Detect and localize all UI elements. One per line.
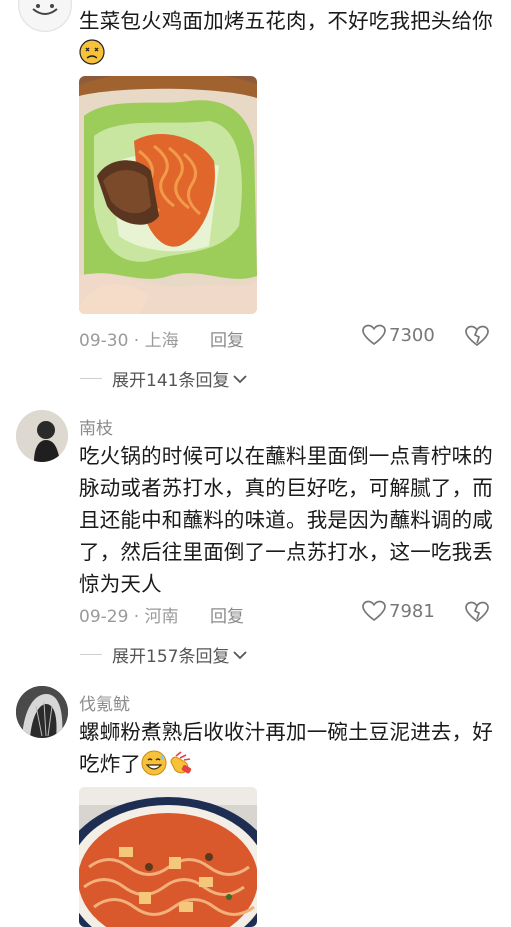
broken-heart-icon[interactable] [465, 324, 489, 348]
expand-replies-label: 展开157条回复 [112, 647, 230, 667]
expand-replies-label: 展开141条回复 [112, 371, 230, 391]
comment-date: 09-29 · 河南 [79, 607, 179, 627]
dizzy-face-emoji-icon [79, 39, 105, 65]
like-button[interactable]: 7300 [362, 324, 435, 346]
like-count: 7300 [389, 324, 435, 346]
lettuce-wrap-photo [79, 76, 257, 314]
heart-outline-icon [362, 600, 386, 622]
divider [80, 378, 102, 379]
comment-date: 09-30 · 上海 [79, 331, 179, 351]
username[interactable]: 伐氪鱿 [79, 690, 130, 715]
broken-heart-icon[interactable] [465, 600, 489, 624]
chevron-down-icon [233, 374, 248, 383]
expand-replies-button[interactable]: 展开157条回复 [80, 642, 248, 667]
avatar-meme-icon [20, 0, 70, 30]
expand-replies-button[interactable]: 展开141条回复 [80, 366, 248, 391]
like-count: 7981 [389, 600, 435, 622]
luosifen-bowl-photo [79, 787, 257, 927]
comment-image[interactable] [79, 76, 257, 314]
comment-item: 伐氪鱿 螺蛳粉煮熟后收收汁再加一碗土豆泥进去，好吃炸了 [0, 680, 511, 927]
reply-button[interactable]: 回复 [210, 602, 244, 627]
avatar[interactable] [16, 410, 68, 462]
username[interactable]: 南枝 [79, 414, 113, 439]
comment-image[interactable] [79, 787, 257, 927]
comment-text: 螺蛳粉煮熟后收收汁再加一碗土豆泥进去，好吃炸了 [79, 720, 493, 776]
chevron-down-icon [233, 650, 248, 659]
smiling-sweat-emoji-icon [141, 750, 167, 776]
divider [80, 654, 102, 655]
like-button[interactable]: 7981 [362, 600, 435, 622]
reply-button[interactable]: 回复 [210, 326, 244, 351]
heart-outline-icon [362, 324, 386, 346]
comment-text: 吃火锅的时候可以在蘸料里面倒一点青柠味的脉动或者苏打水，真的巨好吃，可解腻了，而… [79, 444, 493, 596]
avatar[interactable] [16, 686, 68, 738]
comment-item: 生菜包火鸡面加烤五花肉，不好吃我把头给你 09-30 · 上海 回复 7300 … [0, 0, 511, 391]
avatar-silhouette-icon [16, 410, 68, 462]
avatar[interactable] [18, 0, 72, 32]
comment-text: 生菜包火鸡面加烤五花肉，不好吃我把头给你 [79, 5, 499, 69]
clapping-hand-emoji-icon [170, 751, 192, 774]
comment-item: 南枝 吃火锅的时候可以在蘸料里面倒一点青柠味的脉动或者苏打水，真的巨好吃，可解腻… [0, 390, 511, 680]
avatar-hair-icon [16, 686, 68, 738]
